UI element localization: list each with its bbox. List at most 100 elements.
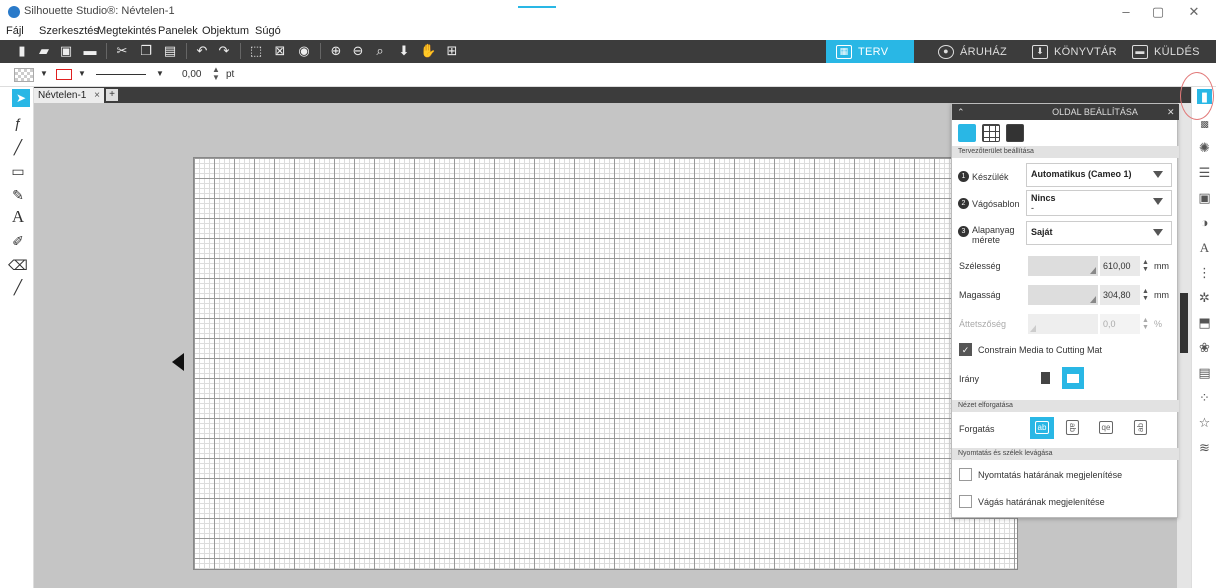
portrait-icon[interactable] (1034, 367, 1056, 389)
menu-view[interactable]: Megtekintés (97, 25, 156, 37)
select-by-color-icon[interactable]: ◉ (296, 43, 312, 59)
line-color-dropdown-icon[interactable]: ▼ (78, 69, 86, 78)
line-tool-icon[interactable]: ╱ (8, 137, 28, 157)
line-width-input[interactable]: 0,00 (182, 69, 201, 80)
offset-icon[interactable]: ❀ (1197, 340, 1212, 355)
transparency-icon[interactable]: ◑ (1197, 215, 1212, 230)
line-style-sample[interactable] (96, 74, 146, 75)
constrain-checkbox[interactable]: ✓ (959, 343, 972, 356)
deselect-icon[interactable]: ⊠ (272, 43, 288, 59)
restore-button[interactable]: ▢ (1147, 2, 1169, 22)
height-slider[interactable] (1028, 285, 1098, 305)
page-tab-icon[interactable] (958, 124, 976, 142)
store-icon: ● (938, 44, 954, 59)
emboss-icon[interactable]: ≋ (1197, 440, 1212, 455)
library-star-icon[interactable]: ☆ (1197, 415, 1212, 430)
line-width-spinner[interactable]: ▲ ▼ (212, 66, 220, 82)
chevron-down-icon (1153, 171, 1163, 178)
cutting-mat-select[interactable]: Nincs - (1026, 190, 1172, 216)
width-slider[interactable] (1028, 256, 1098, 276)
eyedropper-tool-icon[interactable]: ╱ (8, 277, 28, 297)
print-icon[interactable]: ▬ (82, 43, 98, 59)
transparency-spinner[interactable]: ▲ ▼ (1142, 317, 1149, 331)
cut-border-checkbox[interactable] (959, 495, 972, 508)
tab-store[interactable]: ● ÁRUHÁZ (928, 40, 1018, 63)
select-all-icon[interactable]: ⬚ (248, 43, 264, 59)
device-select[interactable]: Automatikus (Cameo 1) (1026, 163, 1172, 187)
zoom-selection-icon[interactable]: ⌕ (372, 43, 388, 59)
rotate-90-icon[interactable]: ab (1060, 417, 1084, 439)
fit-page-icon[interactable]: ⊞ (444, 43, 460, 59)
height-label: Magasság (959, 290, 1001, 300)
fill-panel-icon[interactable]: ✺ (1197, 140, 1212, 155)
height-input[interactable]: 304,80 (1100, 285, 1140, 305)
fill-dropdown-icon[interactable]: ▼ (40, 69, 48, 78)
fill-color-swatch[interactable] (14, 68, 34, 82)
menu-file[interactable]: Fájl (6, 25, 24, 37)
collapse-icon[interactable]: ⌃ (957, 104, 965, 120)
new-file-icon[interactable]: ▮ (14, 43, 30, 59)
menu-object[interactable]: Objektum (202, 25, 249, 37)
scrollbar-thumb[interactable] (1180, 293, 1188, 353)
align-icon[interactable]: ⋮ (1197, 265, 1212, 280)
line-style-dropdown-icon[interactable]: ▼ (156, 69, 164, 78)
pencil-tool-icon[interactable]: ✎ (8, 185, 28, 205)
rotate-0-icon[interactable]: ab (1030, 417, 1054, 439)
accent-bar (518, 6, 556, 8)
pan-hand-icon[interactable]: ✋ (420, 43, 436, 59)
grid-tab-icon[interactable] (982, 124, 1000, 142)
text-tool-icon[interactable]: A (8, 207, 28, 227)
transparency-label: Áttetszőség (959, 319, 1007, 329)
width-spinner[interactable]: ▲ ▼ (1142, 259, 1149, 273)
redo-icon[interactable]: ↷ (216, 43, 232, 59)
cut-icon[interactable]: ✂ (114, 43, 130, 59)
menu-panels[interactable]: Panelek (158, 25, 198, 37)
media-size-select[interactable]: Saját (1026, 221, 1172, 245)
rotate-180-icon[interactable]: qe (1094, 417, 1118, 439)
zoom-out-icon[interactable]: ⊖ (350, 43, 366, 59)
height-spinner[interactable]: ▲ ▼ (1142, 288, 1149, 302)
menu-help[interactable]: Súgó (255, 25, 281, 37)
rectangle-tool-icon[interactable]: ▭ (8, 161, 28, 181)
cutting-mat-grid[interactable] (193, 157, 1018, 570)
text-style-icon[interactable]: A (1197, 240, 1212, 255)
tab-library[interactable]: ⬇ KÖNYVTÁR (1022, 40, 1122, 63)
open-folder-icon[interactable]: ▰ (36, 43, 52, 59)
image-effects-icon[interactable]: ▣ (1197, 190, 1212, 205)
trace-icon[interactable]: ▤ (1197, 365, 1212, 380)
modify-icon[interactable]: ⬒ (1197, 315, 1212, 330)
add-tab-button[interactable]: + (106, 89, 118, 101)
close-window-button[interactable]: ✕ (1183, 2, 1205, 22)
vertical-scrollbar[interactable] (1177, 103, 1191, 588)
paste-icon[interactable]: ▤ (162, 43, 178, 59)
chevron-down-icon (1153, 229, 1163, 236)
sketch-icon[interactable]: ⁘ (1197, 390, 1212, 405)
undo-icon[interactable]: ↶ (194, 43, 210, 59)
eraser-tool-icon[interactable]: ⌫ (8, 255, 28, 275)
transparency-slider[interactable] (1028, 314, 1098, 334)
save-icon[interactable]: ▣ (58, 43, 74, 59)
close-tab-icon[interactable]: × (94, 88, 100, 103)
knife-tool-icon[interactable]: ✐ (8, 231, 28, 251)
replicate-icon[interactable]: ✲ (1197, 290, 1212, 305)
copy-icon[interactable]: ❐ (138, 43, 154, 59)
landscape-icon[interactable] (1062, 367, 1084, 389)
drag-zoom-icon[interactable]: ⬇ (396, 43, 412, 59)
width-input[interactable]: 610,00 (1100, 256, 1140, 276)
print-border-checkbox[interactable] (959, 468, 972, 481)
zoom-in-icon[interactable]: ⊕ (328, 43, 344, 59)
line-color-swatch[interactable] (56, 69, 72, 80)
minimize-button[interactable]: – (1115, 2, 1137, 22)
menu-edit[interactable]: Szerkesztés (39, 25, 99, 37)
panel-close-icon[interactable]: ✕ (1167, 104, 1175, 120)
tab-send[interactable]: ▬ KÜLDÉS (1122, 40, 1216, 63)
title-bar: Silhouette Studio®: Névtelen-1 – ▢ ✕ (0, 0, 1216, 24)
tab-design[interactable]: ▦ TERV (826, 40, 914, 63)
transparency-input[interactable]: 0,0 (1100, 314, 1140, 334)
line-style-icon[interactable]: ☰ (1197, 165, 1212, 180)
background-tab-icon[interactable] (1006, 124, 1024, 142)
document-tab[interactable]: Névtelen-1 × (34, 88, 104, 103)
select-tool-icon[interactable]: ➤ (12, 89, 30, 107)
edit-points-icon[interactable]: ƒ (8, 113, 28, 133)
rotate-270-icon[interactable]: ab (1128, 417, 1152, 439)
